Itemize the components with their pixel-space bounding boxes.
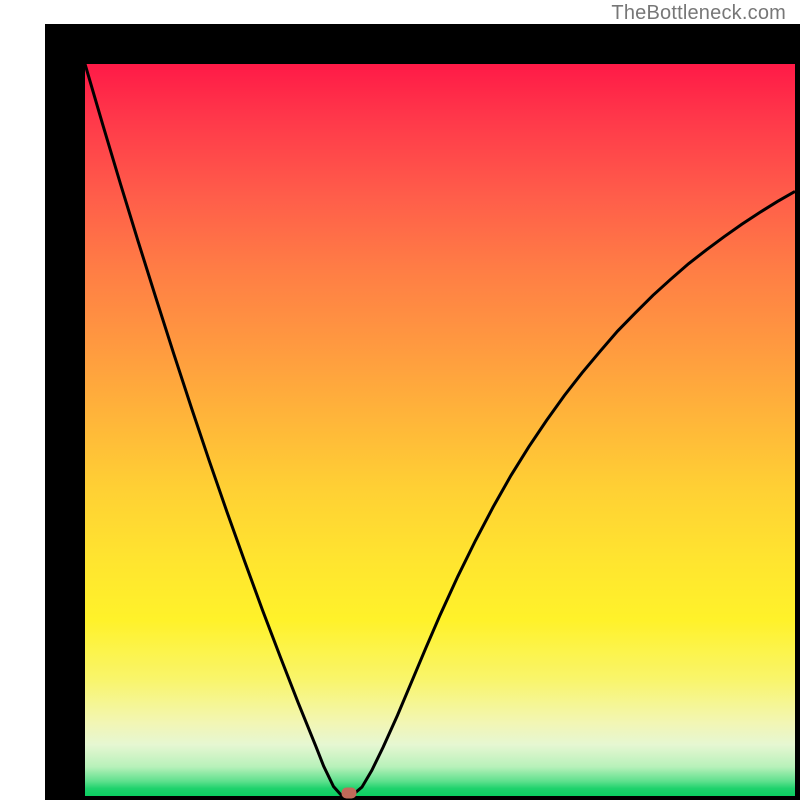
optimum-marker-icon [342,788,357,799]
plot-area [45,24,800,800]
attribution-text: TheBottleneck.com [611,2,786,25]
bottleneck-curve [85,64,795,796]
curve-path [85,64,795,796]
chart-root: { "attribution": "TheBottleneck.com", "c… [0,0,800,800]
chart-frame [5,24,795,796]
